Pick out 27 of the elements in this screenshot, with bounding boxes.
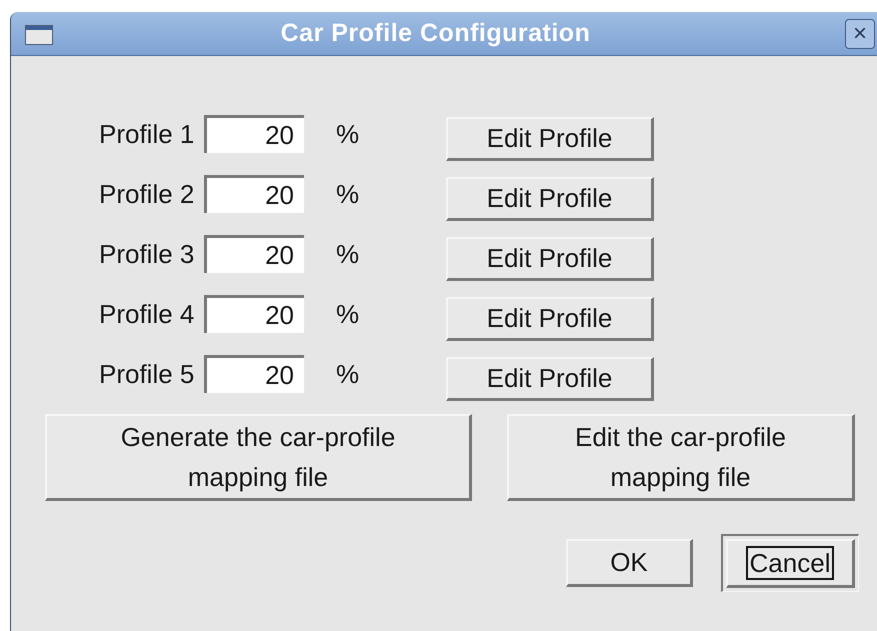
- edit-profile-button[interactable]: Edit Profile: [446, 357, 654, 401]
- edit-profile-button[interactable]: Edit Profile: [446, 117, 654, 161]
- mapping-file-button[interactable]: Edit the car-profile mapping file: [507, 414, 855, 501]
- profile-label: Profile 1: [98, 118, 196, 150]
- profile-label: Profile 4: [98, 298, 196, 330]
- window-icon: [25, 25, 53, 45]
- ok-button[interactable]: OK: [566, 539, 693, 587]
- percent-field[interactable]: 20: [204, 295, 304, 333]
- mapping-file-button[interactable]: Generate the car-profile mapping file: [45, 414, 472, 501]
- profile-label: Profile 2: [98, 178, 196, 210]
- unit-label: %: [336, 118, 360, 150]
- percent-field[interactable]: 20: [204, 355, 304, 393]
- cancel-button[interactable]: Cancel: [721, 534, 859, 592]
- percent-field[interactable]: 20: [204, 115, 304, 153]
- edit-profile-button[interactable]: Edit Profile: [446, 297, 654, 341]
- percent-field[interactable]: 20: [204, 175, 304, 213]
- edit-profile-button[interactable]: Edit Profile: [446, 177, 654, 221]
- edit-profile-button[interactable]: Edit Profile: [446, 237, 654, 281]
- profile-label: Profile 5: [98, 358, 196, 390]
- unit-label: %: [336, 298, 360, 330]
- window-title: Car Profile Configuration: [280, 18, 590, 49]
- close-button[interactable]: ×: [845, 19, 875, 49]
- unit-label: %: [336, 178, 360, 210]
- unit-label: %: [336, 358, 360, 390]
- percent-field[interactable]: 20: [204, 235, 304, 273]
- profile-label: Profile 3: [98, 238, 196, 270]
- unit-label: %: [336, 238, 360, 270]
